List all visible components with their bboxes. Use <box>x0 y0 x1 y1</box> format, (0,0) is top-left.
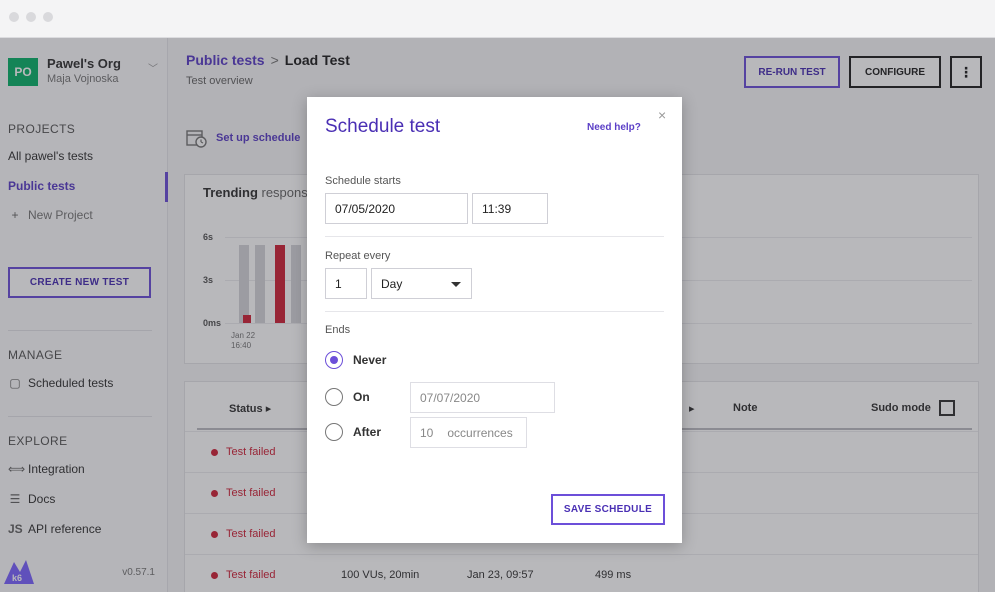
modal-divider <box>325 311 664 312</box>
save-schedule-button[interactable]: SAVE SCHEDULE <box>551 494 665 525</box>
ends-after-label: After <box>353 425 382 439</box>
window-close-dot[interactable] <box>9 12 19 22</box>
ends-on-label: On <box>353 390 370 404</box>
repeat-unit-value: Day <box>381 276 403 291</box>
window-minimize-dot[interactable] <box>26 12 36 22</box>
need-help-link[interactable]: Need help? <box>587 122 641 133</box>
start-date-input[interactable]: 07/05/2020 <box>325 193 468 224</box>
schedule-test-modal: Schedule test Need help? × Schedule star… <box>307 97 682 543</box>
window-titlebar <box>0 0 995 38</box>
radio-selected-icon <box>325 351 343 369</box>
ends-after-radio[interactable]: After <box>325 423 381 441</box>
repeat-unit-select[interactable]: Day <box>371 268 472 299</box>
start-time-input[interactable]: 11:39 <box>472 193 548 224</box>
occurrences-input[interactable]: 10 occurrences <box>410 417 527 448</box>
schedule-starts-label: Schedule starts <box>325 175 401 187</box>
ends-label: Ends <box>325 324 351 336</box>
ends-on-radio[interactable]: On <box>325 388 370 406</box>
caret-down-icon <box>451 282 461 287</box>
ends-never-radio[interactable]: Never <box>325 351 386 369</box>
repeat-count-input[interactable]: 1 <box>325 268 367 299</box>
modal-title: Schedule test <box>325 116 441 137</box>
end-date-input[interactable]: 07/07/2020 <box>410 382 555 413</box>
ends-never-label: Never <box>353 353 387 367</box>
occurrences-label: occurrences <box>447 425 513 440</box>
close-icon[interactable]: × <box>658 107 666 123</box>
modal-divider <box>325 236 664 237</box>
window-maximize-dot[interactable] <box>43 12 53 22</box>
repeat-every-label: Repeat every <box>325 250 391 262</box>
radio-unselected-icon <box>325 388 343 406</box>
radio-unselected-icon <box>325 423 343 441</box>
occurrences-count: 10 <box>420 425 434 440</box>
